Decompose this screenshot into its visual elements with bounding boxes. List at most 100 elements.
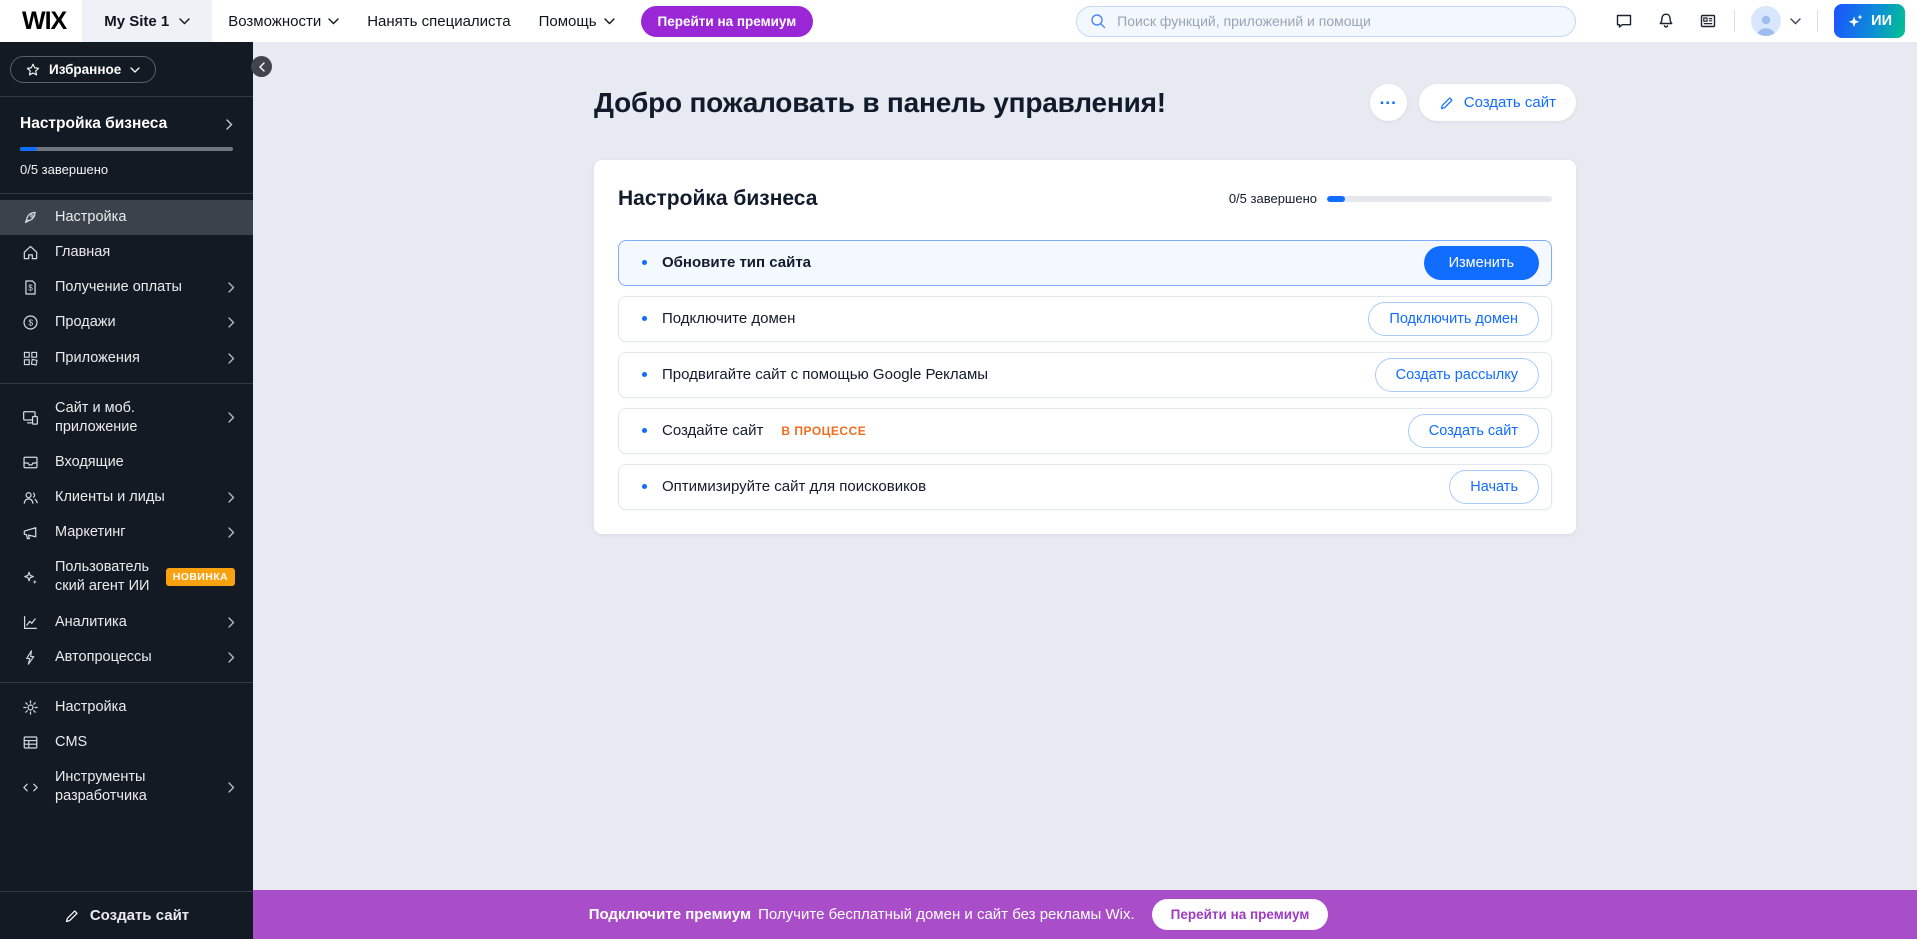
svg-text:$: $ — [28, 318, 33, 328]
sidebar-item-ai-agent[interactable]: Пользовательский агент ИИ НОВИНКА — [0, 550, 253, 604]
new-badge: НОВИНКА — [166, 568, 235, 586]
ai-assistant-button[interactable]: ИИ — [1834, 4, 1905, 38]
favorites-button[interactable]: Избранное — [10, 56, 156, 83]
sidebar-item-analytics[interactable]: Аналитика — [0, 605, 253, 640]
business-setup-summary[interactable]: Настройка бизнеса 0/5 завершено — [0, 97, 253, 193]
top-navigation: Возможности Нанять специалиста Помощь — [228, 13, 614, 30]
sidebar-item-apps[interactable]: Приложения — [0, 341, 253, 376]
sales-icon: $ — [21, 313, 40, 332]
sidebar-item-site-mobile[interactable]: Сайт и моб. приложение — [0, 391, 253, 445]
search-bar[interactable] — [1076, 6, 1576, 37]
sidebar-item-label: Продажи — [55, 313, 213, 332]
card-progress-fill — [1327, 196, 1345, 202]
bullet-dot — [642, 372, 647, 377]
news-feed-icon[interactable] — [1698, 11, 1718, 31]
sidebar-collapse-button[interactable] — [251, 56, 272, 77]
chevron-down-icon — [604, 18, 615, 25]
setup-progress-bar — [20, 147, 233, 151]
apps-icon — [21, 349, 40, 368]
sidebar-item-inbox[interactable]: Входящие — [0, 445, 253, 480]
task-label: Продвигайте сайт с помощью Google Реклам… — [662, 366, 988, 383]
task-row-update-site-type[interactable]: Обновите тип сайта Изменить — [618, 240, 1552, 286]
chevron-down-icon — [328, 18, 339, 25]
business-setup-card: Настройка бизнеса 0/5 завершено Обновите… — [594, 160, 1576, 534]
bullet-dot — [642, 316, 647, 321]
chevron-left-icon — [259, 62, 265, 72]
nav-item-label: Нанять специалиста — [367, 13, 510, 30]
search-icon — [1090, 13, 1106, 29]
notifications-bell-icon[interactable] — [1656, 11, 1676, 31]
wix-logo[interactable]: WIX — [22, 7, 66, 36]
search-input[interactable] — [1115, 12, 1562, 30]
nav-item-help[interactable]: Помощь — [539, 13, 615, 30]
chevron-right-icon — [228, 282, 235, 293]
chevron-right-icon — [226, 119, 233, 130]
pencil-icon — [1439, 95, 1455, 111]
chat-icon[interactable] — [1614, 11, 1634, 31]
inbox-icon — [21, 453, 40, 472]
nav-item-hire-professional[interactable]: Нанять специалиста — [367, 13, 510, 30]
sidebar-item-sales[interactable]: $ Продажи — [0, 305, 253, 340]
task-action-button[interactable]: Начать — [1449, 470, 1539, 504]
task-list: Обновите тип сайта Изменить Подключите д… — [618, 240, 1552, 510]
code-icon — [21, 778, 40, 797]
setup-progress-label: 0/5 завершено — [20, 162, 233, 177]
devices-icon — [21, 408, 40, 427]
table-icon — [21, 733, 40, 752]
task-action-button[interactable]: Создать сайт — [1408, 414, 1539, 448]
task-label: Подключите домен — [662, 310, 795, 327]
sidebar-item-label: Аналитика — [55, 613, 213, 632]
upgrade-premium-button[interactable]: Перейти на премиум — [641, 6, 814, 37]
ai-agent-icon — [21, 568, 40, 587]
sidebar-item-dev-tools[interactable]: Инструменты разработчика — [0, 760, 253, 814]
site-selector-label: My Site 1 — [104, 13, 169, 30]
top-icon-group — [1614, 11, 1718, 31]
nav-item-features[interactable]: Возможности — [228, 13, 339, 30]
site-selector[interactable]: My Site 1 — [82, 0, 212, 42]
task-action-button[interactable]: Создать рассылку — [1375, 358, 1539, 392]
chevron-right-icon — [228, 782, 235, 793]
sidebar-item-label: Настройка — [55, 698, 235, 717]
banner-premium-button[interactable]: Перейти на премиум — [1152, 899, 1329, 930]
task-action-button[interactable]: Подключить домен — [1368, 302, 1539, 336]
task-row-create-site[interactable]: Создайте сайт В ПРОЦЕССЕ Создать сайт — [618, 408, 1552, 454]
account-menu[interactable] — [1751, 6, 1801, 36]
contacts-icon — [21, 488, 40, 507]
home-icon — [21, 243, 40, 262]
page-title: Добро пожаловать в панель управления! — [594, 87, 1166, 119]
chevron-down-icon — [1790, 18, 1801, 25]
sidebar-item-automations[interactable]: Автопроцессы — [0, 640, 253, 675]
business-setup-title: Настройка бизнеса — [20, 115, 167, 133]
create-site-button[interactable]: Создать сайт — [1419, 84, 1576, 121]
bullet-dot — [642, 428, 647, 433]
rocket-icon — [21, 208, 40, 227]
sidebar-item-label: Инструменты разработчика — [55, 768, 213, 806]
sidebar-item-marketing[interactable]: Маркетинг — [0, 515, 253, 550]
card-progress-bar — [1327, 196, 1552, 202]
sidebar-item-payments[interactable]: $ Получение оплаты — [0, 270, 253, 305]
banner-text: Получите бесплатный домен и сайт без рек… — [758, 906, 1135, 923]
task-label: Создайте сайт — [662, 422, 763, 439]
sidebar-item-setup[interactable]: Настройка — [0, 200, 253, 235]
ai-button-label: ИИ — [1871, 13, 1892, 29]
sidebar-create-site-button[interactable]: Создать сайт — [0, 891, 253, 939]
task-action-button[interactable]: Изменить — [1424, 246, 1539, 280]
top-bar: WIX My Site 1 Возможности Нанять специал… — [0, 0, 1917, 42]
task-row-google-ads[interactable]: Продвигайте сайт с помощью Google Реклам… — [618, 352, 1552, 398]
sidebar-item-contacts[interactable]: Клиенты и лиды — [0, 480, 253, 515]
sidebar-item-settings[interactable]: Настройка — [0, 690, 253, 725]
sidebar-item-label: Приложения — [55, 349, 213, 368]
card-progress-label: 0/5 завершено — [1229, 191, 1317, 206]
sidebar-item-home[interactable]: Главная — [0, 235, 253, 270]
sidebar-item-label: Сайт и моб. приложение — [55, 399, 213, 437]
chevron-right-icon — [228, 527, 235, 538]
sidebar-item-label: Автопроцессы — [55, 648, 213, 667]
sidebar-item-cms[interactable]: CMS — [0, 725, 253, 760]
more-actions-button[interactable]: ... — [1370, 84, 1407, 121]
sidebar-item-label: Получение оплаты — [55, 278, 213, 297]
favorites-label: Избранное — [49, 62, 121, 77]
task-row-seo[interactable]: Оптимизируйте сайт для поисковиков Начат… — [618, 464, 1552, 510]
pencil-icon — [64, 908, 80, 924]
divider — [0, 682, 253, 683]
task-row-connect-domain[interactable]: Подключите домен Подключить домен — [618, 296, 1552, 342]
